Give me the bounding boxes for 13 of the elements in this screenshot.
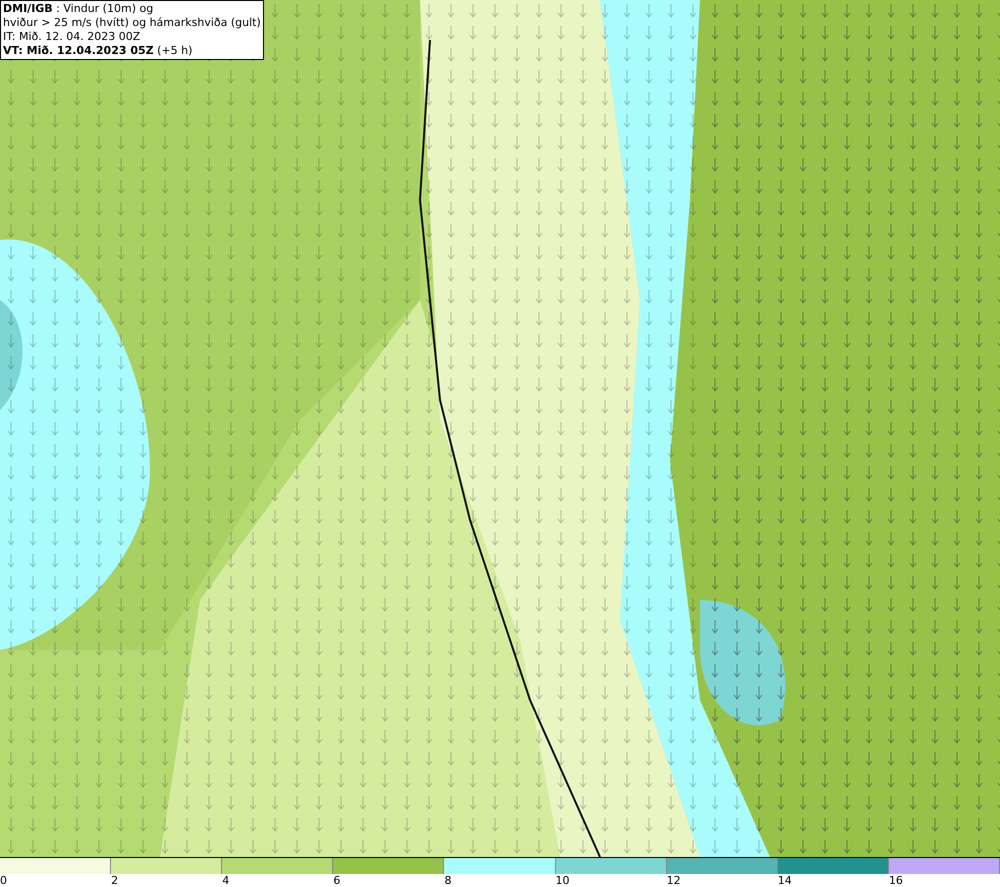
legend-label: 8 xyxy=(444,874,452,887)
header-line: VT: Mið. 12.04.2023 05Z (+5 h) xyxy=(3,44,194,58)
header-line: DMI/IGB : Vindur (10m) og xyxy=(3,2,154,16)
header-line: hviður > 25 m/s (hvítt) og hámarkshviða (gult) xyxy=(3,16,261,30)
legend-label: 6 xyxy=(333,874,340,887)
legend-label: 12 xyxy=(666,874,681,887)
legend-label: 0 xyxy=(0,874,7,887)
legend-label: 2 xyxy=(111,874,118,887)
legend-label: 16 xyxy=(888,874,903,887)
legend-label: 14 xyxy=(778,874,792,887)
legend-label: 4 xyxy=(222,874,230,887)
header-line: IT: Mið. 12. 04. 2023 00Z xyxy=(3,30,142,44)
legend-label: 10 xyxy=(556,874,570,887)
